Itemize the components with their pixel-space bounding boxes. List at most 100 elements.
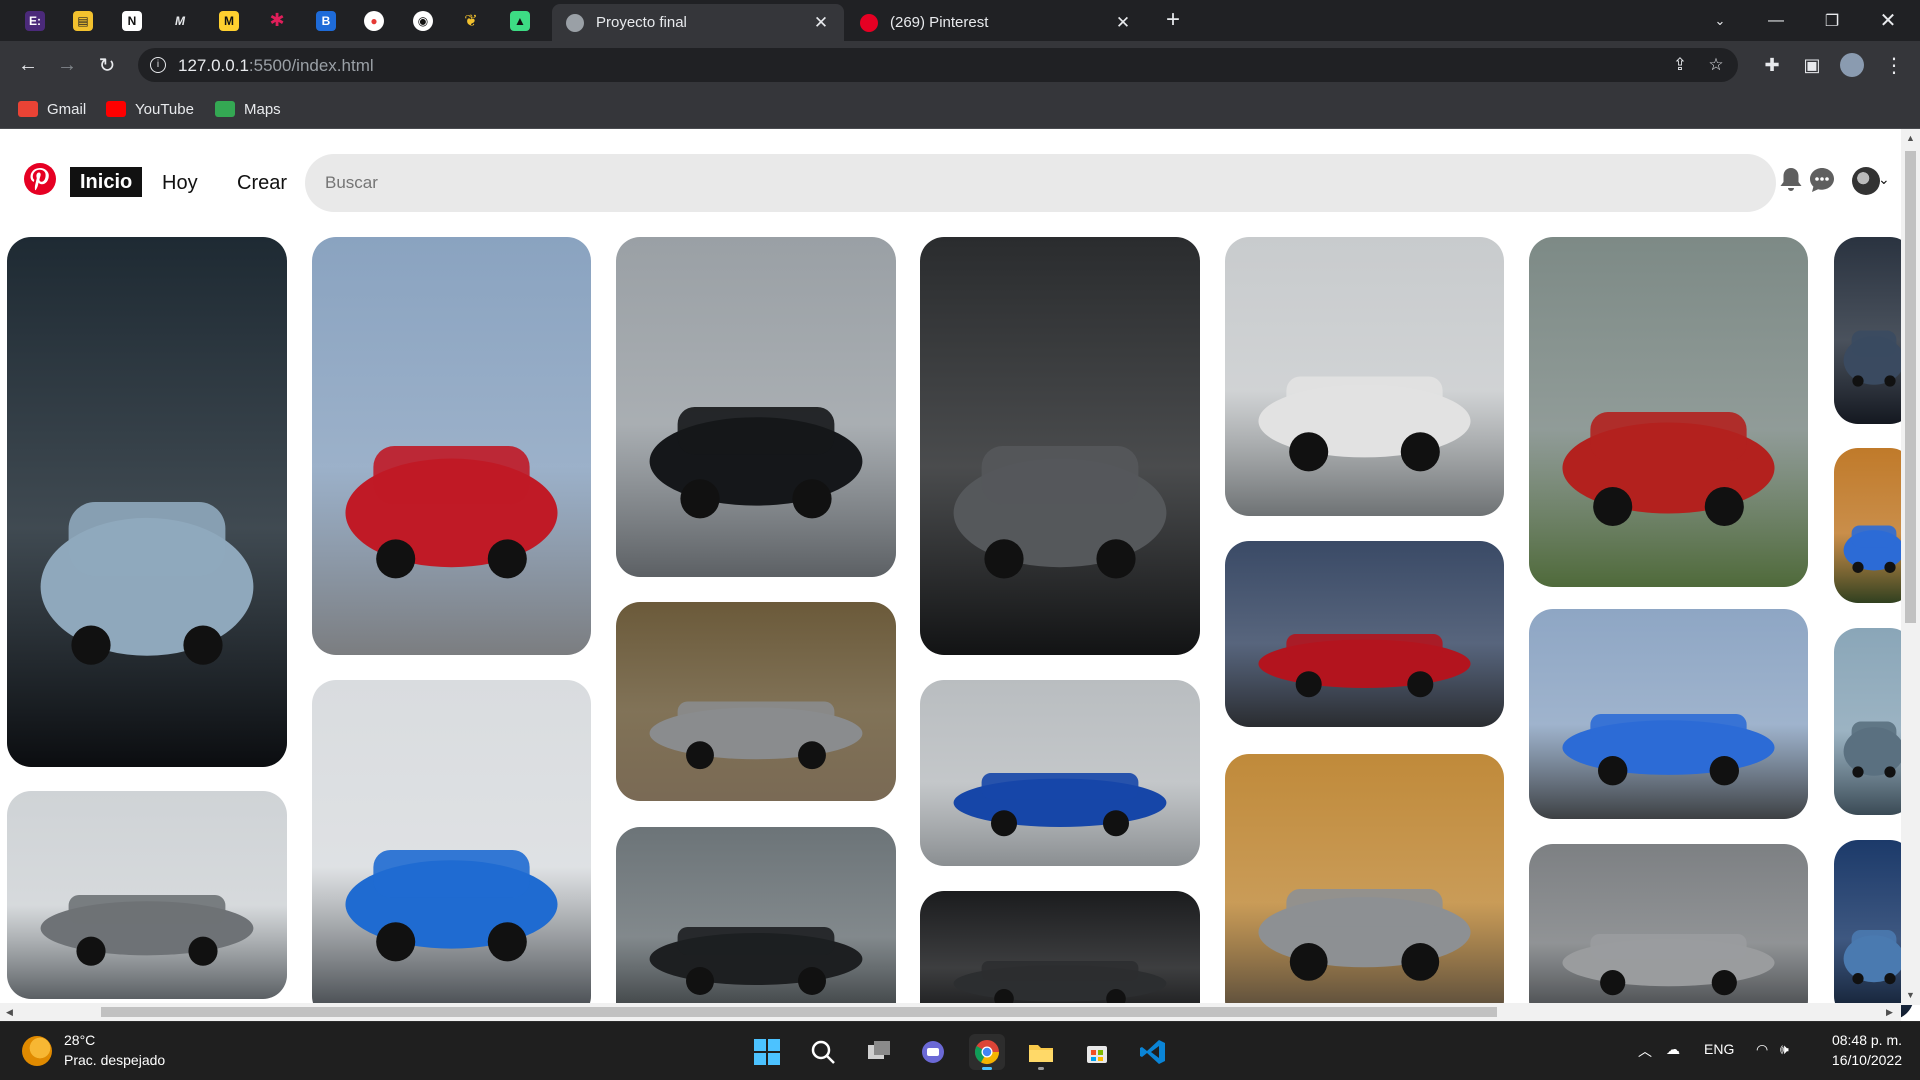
pinned-tab-2[interactable]: ▤ — [64, 4, 102, 37]
url-text: 127.0.0.1:5500/index.html — [178, 56, 374, 75]
store-icon[interactable] — [1079, 1034, 1115, 1070]
onedrive-cloud-icon[interactable]: ☁ — [1666, 1041, 1680, 1058]
pin-image — [1225, 541, 1504, 727]
bell-icon[interactable] — [1776, 165, 1806, 195]
chrome-taskbar-icon[interactable] — [969, 1034, 1005, 1070]
pin-image — [1529, 609, 1808, 819]
scroll-up-arrow-icon[interactable]: ▲ — [1906, 134, 1915, 143]
input-language[interactable]: ENG — [1704, 1041, 1734, 1057]
vertical-scroll-thumb[interactable] — [1905, 151, 1916, 623]
pinterest-logo-icon[interactable] — [24, 163, 56, 195]
start-button[interactable] — [749, 1034, 785, 1070]
share-icon[interactable]: ⇪ — [1668, 53, 1692, 77]
tab-search-button[interactable]: ⌄ — [1692, 0, 1748, 41]
pin-bmw-e24-red[interactable] — [1529, 237, 1808, 587]
pin-image — [312, 237, 591, 655]
teams-chat-icon[interactable] — [915, 1034, 951, 1070]
pin-porsche-grey-rocars[interactable] — [7, 791, 287, 999]
scroll-right-arrow-icon[interactable]: ▶ — [1886, 1007, 1895, 1017]
bookmark-maps[interactable]: Maps — [215, 98, 281, 120]
back-button[interactable]: ← — [14, 51, 42, 79]
horizontal-scroll-thumb[interactable] — [101, 1007, 1497, 1017]
menu-kebab-icon[interactable]: ⋮ — [1880, 51, 1908, 79]
extensions-icon[interactable]: ✚ — [1758, 51, 1786, 79]
pin-porsche-blue-headlight[interactable] — [7, 237, 287, 767]
minimize-button[interactable]: — — [1748, 0, 1804, 41]
vertical-scrollbar[interactable]: ▲ ▼ — [1901, 129, 1920, 1005]
nav-create-link[interactable]: Crear — [237, 172, 287, 195]
pin-gtr-grey-autumn[interactable] — [1225, 754, 1504, 1021]
profile-avatar[interactable] — [1838, 51, 1866, 79]
notion-icon: N — [122, 10, 142, 31]
clock-time[interactable]: 08:48 p. m. — [1826, 1032, 1902, 1048]
pin-bmw-m2-track[interactable] — [920, 680, 1200, 866]
bookmark-gmail[interactable]: Gmail — [18, 98, 86, 120]
wifi-icon[interactable]: ◠ — [1756, 1041, 1768, 1058]
pinned-tab-record[interactable]: ● — [355, 4, 393, 37]
close-window-button[interactable]: ✕ — [1860, 0, 1916, 41]
bookmark-youtube[interactable]: YouTube — [106, 98, 194, 120]
pin-rocks[interactable] — [1529, 844, 1808, 1021]
miro-icon: M — [219, 10, 239, 31]
forward-button[interactable]: → — [53, 51, 81, 79]
pin-dark-garage[interactable] — [920, 891, 1200, 1021]
pin-mountain-car[interactable] — [616, 827, 896, 1021]
pin-image — [1529, 237, 1808, 587]
weather-icon[interactable] — [22, 1036, 52, 1066]
close-tab-icon[interactable]: ✕ — [1114, 13, 1132, 33]
pinned-tab-1[interactable]: E: — [16, 4, 54, 37]
pinned-tab-slack[interactable]: ✱ — [258, 4, 296, 37]
pinned-tab-notion[interactable]: N — [113, 4, 151, 37]
pin-image — [920, 680, 1200, 866]
clock-date[interactable]: 16/10/2022 — [1826, 1052, 1902, 1068]
task-view-icon[interactable] — [861, 1034, 897, 1070]
tab-pinterest[interactable]: (269) Pinterest ✕ — [846, 4, 1146, 41]
account-chevron-down-icon[interactable]: ⌄ — [1878, 171, 1890, 188]
nav-today-link[interactable]: Hoy — [162, 172, 198, 195]
pin-porsche-blue-gt3[interactable] — [312, 680, 591, 1020]
tab-proyecto-final[interactable]: Proyecto final ✕ — [552, 4, 844, 41]
search-input[interactable] — [305, 154, 1776, 212]
volume-icon[interactable]: 🕪 — [1780, 1041, 1789, 1058]
nav-home-button[interactable]: Inicio — [70, 167, 143, 197]
pin-image — [1529, 844, 1808, 1021]
pinned-tab-github[interactable]: ◉ — [404, 4, 442, 37]
new-tab-button[interactable]: + — [1160, 8, 1186, 34]
pin-porsche-918[interactable] — [920, 237, 1200, 655]
pin-gtr-white[interactable] — [1225, 237, 1504, 516]
pinned-tab-trello[interactable]: B — [307, 4, 345, 37]
reload-button[interactable]: ↻ — [93, 51, 121, 79]
slack-icon: ✱ — [269, 10, 285, 30]
file-explorer-icon[interactable] — [1023, 1034, 1059, 1070]
pin-image — [616, 237, 896, 577]
medal-icon: ❦ — [464, 12, 478, 30]
youtube-icon — [106, 101, 126, 117]
messages-icon[interactable] — [1807, 165, 1837, 195]
pinned-tab-android[interactable]: ▲ — [501, 4, 539, 37]
pin-bmw-m2-blue[interactable] — [1529, 609, 1808, 819]
pinned-tab-medal[interactable]: ❦ — [452, 4, 490, 37]
bookmark-star-icon[interactable]: ☆ — [1704, 53, 1728, 77]
close-tab-icon[interactable]: ✕ — [812, 13, 830, 33]
search-icon[interactable] — [805, 1034, 841, 1070]
pinned-tab-medium[interactable]: M — [161, 4, 199, 37]
medium-icon: M — [175, 13, 185, 28]
scroll-left-arrow-icon[interactable]: ◀ — [6, 1007, 15, 1017]
user-avatar[interactable] — [1852, 167, 1880, 195]
vscode-icon[interactable] — [1135, 1034, 1171, 1070]
pin-lfa-red[interactable] — [1225, 541, 1504, 727]
pin-porsche-red-sunset[interactable] — [312, 237, 591, 655]
pin-bmw-m2-grey[interactable] — [616, 602, 896, 801]
address-bar[interactable]: i 127.0.0.1:5500/index.html ⇪ ☆ — [138, 48, 1738, 82]
tab-title: Proyecto final — [596, 14, 687, 31]
horizontal-scrollbar[interactable]: ◀ ▶ — [0, 1003, 1901, 1021]
restore-button[interactable]: ❐ — [1804, 0, 1860, 41]
pin-image — [920, 891, 1200, 1021]
side-panel-icon[interactable]: ▣ — [1798, 51, 1826, 79]
pinned-tab-miro[interactable]: M — [210, 4, 248, 37]
pin-rwb-black[interactable] — [616, 237, 896, 577]
show-hidden-icons-chevron-up-icon[interactable]: ︿ — [1638, 1041, 1652, 1061]
scroll-down-arrow-icon[interactable]: ▼ — [1906, 991, 1915, 1000]
tab-title: (269) Pinterest — [890, 14, 989, 31]
site-info-icon[interactable]: i — [150, 57, 166, 73]
